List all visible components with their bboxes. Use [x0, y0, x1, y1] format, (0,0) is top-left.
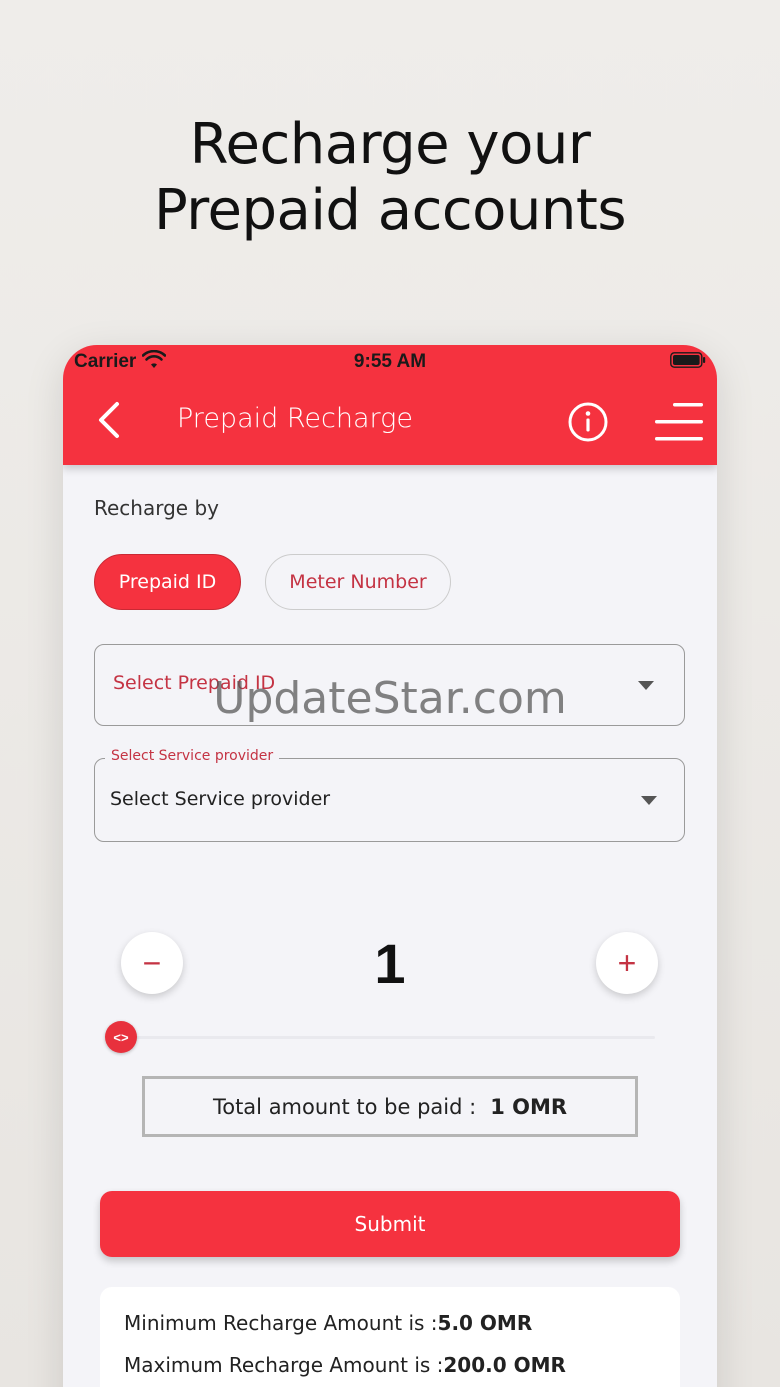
amount-slider-track[interactable]: [121, 1036, 655, 1039]
menu-icon[interactable]: [653, 401, 705, 443]
service-provider-dropdown[interactable]: Select Service provider Select Service p…: [94, 748, 685, 842]
battery-icon: [670, 352, 706, 368]
min-recharge-line: Minimum Recharge Amount is :5.0 OMR: [124, 1311, 532, 1335]
page-title: Prepaid Recharge: [177, 403, 413, 434]
promo-line-1: Recharge your: [189, 112, 591, 177]
total-amount-label: Total amount to be paid :: [212, 1094, 477, 1119]
prepaid-id-dropdown[interactable]: Select Prepaid ID: [94, 644, 685, 726]
info-icon[interactable]: [567, 401, 609, 443]
service-provider-value: Select Service provider: [110, 788, 331, 810]
meter-number-toggle-label: Meter Number: [289, 571, 427, 593]
promo-headline: Recharge your Prepaid accounts: [0, 112, 780, 244]
submit-button-label: Submit: [354, 1212, 426, 1236]
recharge-by-label: Recharge by: [94, 496, 219, 520]
dropdown-caret-icon: [638, 681, 654, 690]
max-recharge-line: Maximum Recharge Amount is :200.0 OMR: [124, 1353, 566, 1377]
submit-button[interactable]: Submit: [100, 1191, 680, 1257]
prepaid-id-toggle-label: Prepaid ID: [118, 571, 217, 593]
slider-thumb-glyph: <>: [113, 1029, 129, 1045]
min-recharge-value: 5.0 OMR: [437, 1311, 533, 1335]
back-arrow-icon[interactable]: [93, 400, 123, 440]
promo-line-2: Prepaid accounts: [153, 178, 627, 243]
phone-screen: Carrier 9:55 AM Prepaid Recharge Recharg…: [63, 345, 717, 1387]
prepaid-id-placeholder: Select Prepaid ID: [113, 672, 276, 694]
max-recharge-label: Maximum Recharge Amount is :: [124, 1353, 444, 1377]
max-recharge-value: 200.0 OMR: [443, 1353, 566, 1377]
amount-slider-thumb[interactable]: <>: [105, 1021, 137, 1053]
total-amount-box: Total amount to be paid : 1 OMR: [142, 1076, 638, 1137]
min-recharge-label: Minimum Recharge Amount is :: [124, 1311, 438, 1335]
status-time: 9:55 AM: [353, 351, 427, 372]
increase-amount-button[interactable]: +: [596, 932, 658, 994]
recharge-limits-card: Minimum Recharge Amount is :5.0 OMR Maxi…: [100, 1287, 680, 1387]
plus-icon: +: [617, 945, 637, 981]
total-amount-value: 1 OMR: [490, 1094, 568, 1119]
app-bar: Carrier 9:55 AM Prepaid Recharge: [63, 345, 717, 465]
meter-number-toggle[interactable]: Meter Number: [265, 554, 451, 610]
service-provider-legend: Select Service provider: [105, 748, 280, 764]
dropdown-caret-icon: [641, 796, 657, 805]
prepaid-id-toggle[interactable]: Prepaid ID: [94, 554, 241, 610]
